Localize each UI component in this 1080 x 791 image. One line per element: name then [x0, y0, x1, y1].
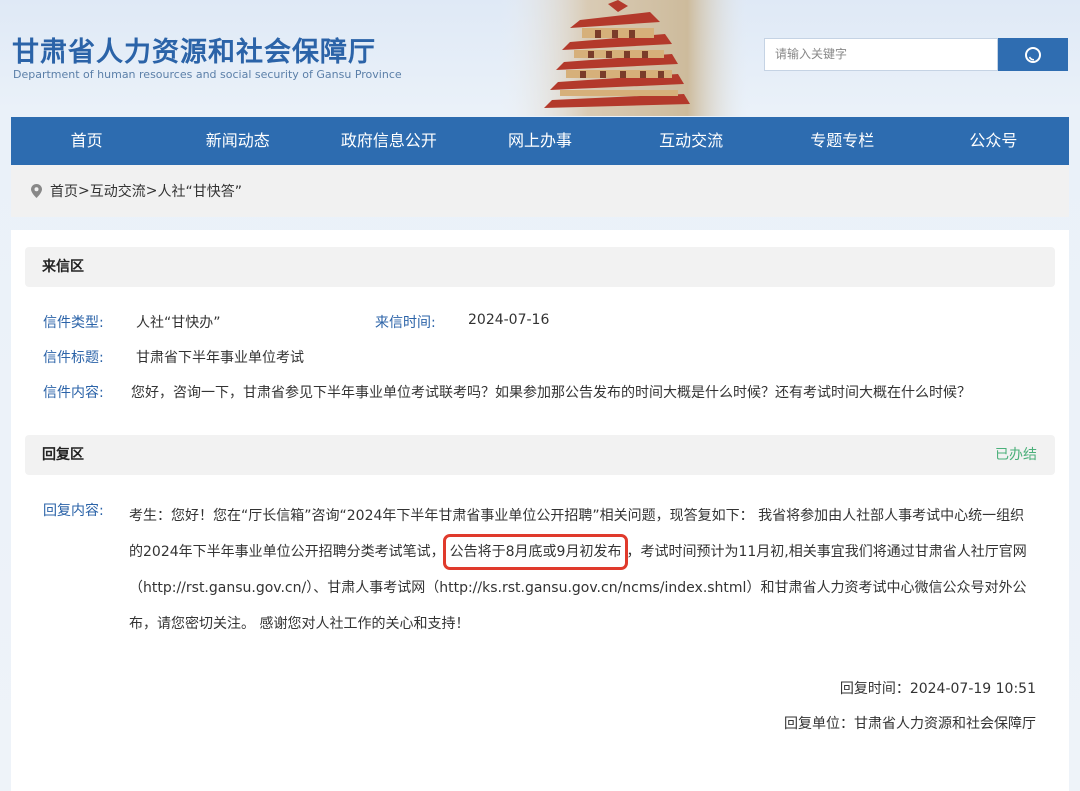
letter-section-title: 来信区	[42, 259, 84, 275]
letter-type-value: 人社“甘快办”	[136, 315, 221, 331]
letter-time-label: 来信时间:	[375, 315, 436, 331]
breadcrumb-separator: >	[78, 183, 90, 199]
reply-content-label: 回复内容:	[43, 503, 104, 519]
reply-highlight-box: 公告将于8月底或9月初发布	[442, 534, 629, 570]
breadcrumb-current: 人社“甘快答”	[157, 184, 242, 200]
reply-section-header: 回复区 已办结	[25, 435, 1055, 475]
letter-type-label: 信件类型:	[43, 315, 104, 331]
site-title[interactable]: 甘肃省人力资源和社会保障厅	[12, 30, 376, 69]
letter-content-value: 您好，咨询一下，甘肃省参见下半年事业单位考试联考吗？如果参加那公告发布的时间大概…	[131, 385, 971, 401]
site-subtitle: Department of human resources and social…	[13, 68, 402, 81]
nav-item-interaction[interactable]: 互动交流	[616, 117, 767, 165]
reply-unit: 回复单位：甘肃省人力资源和社会保障厅	[784, 716, 1036, 732]
nav-item-official-account[interactable]: 公众号	[918, 117, 1069, 165]
main-nav: 首页 新闻动态 政府信息公开 网上办事 互动交流 专题专栏 公众号	[11, 117, 1069, 165]
search-icon	[1025, 46, 1041, 63]
breadcrumb: 首页 > 互动交流 > 人社“甘快答”	[11, 165, 1069, 217]
letter-subject-label: 信件标题:	[43, 350, 104, 366]
nav-item-home[interactable]: 首页	[11, 117, 162, 165]
location-pin-icon	[31, 184, 42, 198]
reply-content-text: 考生：您好！您在“厅长信箱”咨询“2024年下半年甘肃省事业单位公开招聘”相关问…	[129, 498, 1034, 642]
search-input[interactable]: 请输入关键字	[764, 38, 998, 71]
nav-item-special-topics[interactable]: 专题专栏	[767, 117, 918, 165]
search-button[interactable]	[998, 38, 1068, 71]
breadcrumb-separator: >	[145, 183, 158, 199]
breadcrumb-home[interactable]: 首页	[50, 181, 78, 201]
breadcrumb-interaction[interactable]: 互动交流	[90, 181, 146, 201]
letter-subject-value: 甘肃省下半年事业单位考试	[136, 350, 304, 366]
reply-time: 回复时间：2024-07-19 10:51	[839, 681, 1036, 697]
nav-item-news[interactable]: 新闻动态	[162, 117, 313, 165]
letter-time-value: 2024-07-16	[468, 312, 550, 328]
content-panel: 来信区 信件类型: 人社“甘快办” 来信时间: 2024-07-16 信件标题:…	[11, 230, 1069, 791]
status-badge: 已办结	[995, 447, 1037, 463]
site-header: 甘肃省人力资源和社会保障厅 Department of human resour…	[0, 0, 1080, 116]
reply-section-title: 回复区	[42, 447, 84, 463]
letter-content-label: 信件内容:	[43, 385, 104, 401]
nav-item-gov-info[interactable]: 政府信息公开	[313, 117, 464, 165]
letter-section-header: 来信区	[25, 247, 1055, 287]
nav-item-online-service[interactable]: 网上办事	[464, 117, 615, 165]
pagoda-banner-image	[500, 0, 750, 116]
